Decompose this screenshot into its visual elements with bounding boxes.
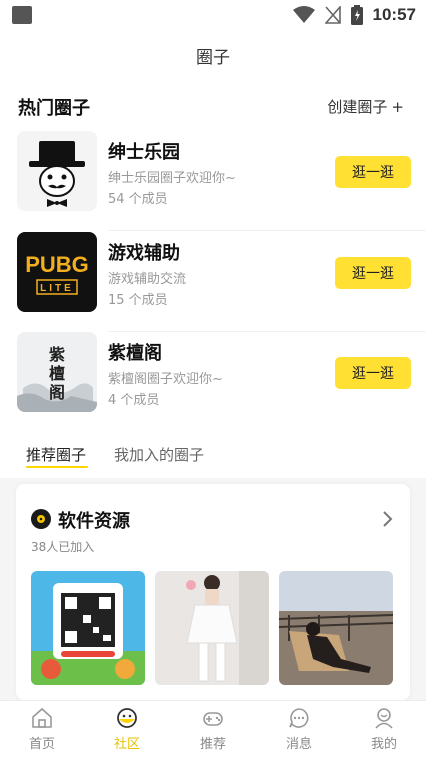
nav-label: 推荐	[199, 737, 226, 752]
hot-circles-title: 热门圈子	[18, 98, 90, 119]
vinyl-disc-icon	[31, 509, 51, 529]
tab-my-circles[interactable]: 我加入的圈子	[114, 444, 204, 465]
girl-white-dress-image[interactable]	[155, 571, 269, 685]
circle-row-zitan[interactable]: 紫 檀 阁 紫檀阁 紫檀阁圈子欢迎你~ 4 个成员 逛一逛	[0, 332, 426, 432]
zitan-calligraphy: 紫 檀 阁	[17, 332, 97, 412]
notification-icon	[12, 6, 32, 24]
bottom-navigation: 首页 社区 推荐 消息 我的	[0, 700, 426, 757]
circle-row-game-assist[interactable]: PUBG LITE 游戏辅助 游戏辅助交流 15 个成员 逛一逛	[0, 232, 426, 332]
status-time: 10:57	[372, 5, 416, 24]
status-icons: 10:57	[292, 4, 416, 26]
gamepad-icon	[203, 712, 223, 726]
create-circle-label: 创建圈子	[327, 98, 388, 116]
nav-home[interactable]: 首页	[12, 707, 72, 755]
visit-button[interactable]: 逛一逛	[335, 357, 411, 389]
title-bar: 圈子	[0, 30, 426, 80]
wifi-icon	[292, 6, 315, 23]
nav-profile[interactable]: 我的	[354, 707, 414, 755]
profile-icon	[375, 708, 393, 729]
joined-count: 38人已加入	[31, 540, 95, 554]
circle-desc: 游戏辅助交流	[108, 272, 187, 287]
no-signal-icon	[324, 6, 341, 24]
divider	[108, 230, 426, 231]
pubg-logo-text: PUBG	[25, 252, 89, 277]
zitan-char-1: 紫	[49, 345, 65, 364]
pubg-lite-logo: PUBG LITE	[17, 232, 97, 312]
hot-circles-section: 热门圈子 创建圈子 + 绅士乐园 绅士乐园圈子欢迎你~ 54 个成员 逛一逛 P…	[0, 80, 426, 430]
nav-label: 我的	[370, 737, 397, 752]
battery-icon	[350, 5, 363, 25]
nav-recommend[interactable]: 推荐	[183, 707, 243, 755]
zitan-char-2: 檀	[49, 364, 65, 383]
qr-promo-image[interactable]	[31, 571, 145, 685]
nav-community[interactable]: 社区	[97, 707, 157, 755]
lite-logo-text: LITE	[40, 283, 74, 294]
chevron-right-icon[interactable]	[382, 510, 394, 528]
message-icon	[289, 708, 309, 728]
nav-label: 消息	[285, 737, 312, 752]
visit-button[interactable]: 逛一逛	[335, 156, 411, 188]
circle-name: 游戏辅助	[108, 243, 180, 264]
community-icon	[117, 708, 137, 728]
man-on-chair-image[interactable]	[279, 571, 393, 685]
status-bar: 10:57	[0, 0, 426, 30]
page-title: 圈子	[196, 47, 230, 68]
circle-row-gentleman[interactable]: 绅士乐园 绅士乐园圈子欢迎你~ 54 个成员 逛一逛	[0, 131, 426, 231]
circle-name: 紫檀阁	[108, 343, 162, 364]
nav-messages[interactable]: 消息	[269, 707, 329, 755]
visit-button[interactable]: 逛一逛	[335, 257, 411, 289]
circle-desc: 紫檀阁圈子欢迎你~	[108, 372, 223, 387]
circle-desc: 绅士乐园圈子欢迎你~	[108, 171, 236, 186]
nav-label: 首页	[28, 737, 55, 752]
circle-members: 54 个成员	[108, 192, 168, 207]
home-icon	[32, 707, 52, 728]
circle-members: 15 个成员	[108, 293, 168, 308]
circle-tabs: 推荐圈子 我加入的圈子	[0, 430, 426, 478]
card-title: 软件资源	[58, 511, 130, 532]
nav-label: 社区	[113, 737, 140, 752]
active-tab-indicator	[26, 466, 88, 468]
circle-card-software[interactable]: 软件资源 38人已加入	[16, 484, 410, 700]
circle-members: 4 个成员	[108, 393, 160, 408]
circle-name: 绅士乐园	[108, 142, 180, 163]
create-circle-button[interactable]: 创建圈子 +	[327, 96, 404, 117]
zitan-char-3: 阁	[49, 383, 65, 402]
tab-recommended-circles[interactable]: 推荐圈子	[26, 444, 86, 465]
gentleman-hat-icon	[17, 131, 97, 211]
plus-icon: +	[391, 97, 404, 116]
